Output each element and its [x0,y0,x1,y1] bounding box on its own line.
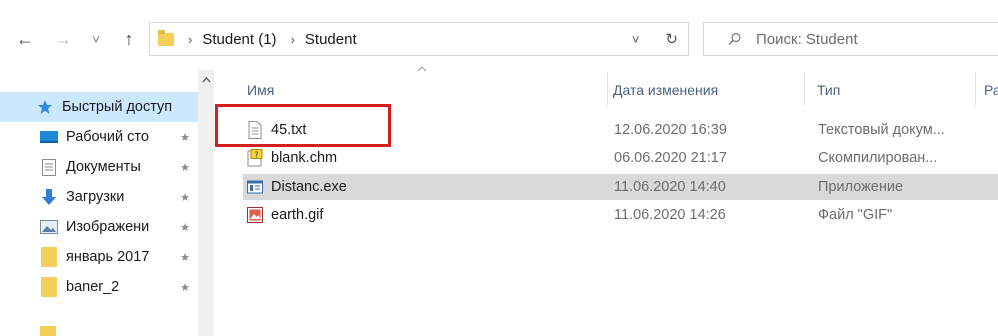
pin-icon: ★ [180,131,190,144]
column-header-date[interactable]: Дата изменения [613,76,718,104]
sidebar-item-baner-2[interactable]: baner_2 ★ [0,272,198,302]
sidebar-item-label: Документы [66,159,141,175]
column-header-name[interactable]: Имя [247,76,274,104]
file-name: earth.gif [271,207,324,223]
svg-text:?: ? [254,150,258,159]
pin-icon: ★ [180,191,190,204]
application-icon [247,180,263,194]
documents-icon [40,158,58,176]
pictures-icon [40,219,58,235]
image-file-icon [247,207,263,223]
download-icon [40,188,58,205]
file-date: 11.06.2020 14:40 [614,179,726,195]
column-header-size[interactable]: Ра [984,76,998,104]
table-row[interactable]: Distanc.exe 11.06.2020 14:40 Приложение [243,174,998,200]
forward-arrow-icon: → [54,28,72,49]
sort-ascending-icon [417,66,427,72]
file-date: 06.06.2020 21:17 [614,150,727,166]
file-type: Приложение [818,179,904,195]
chevron-down-icon: ˅ [631,31,640,47]
refresh-button[interactable]: ↻ [665,30,678,48]
sidebar-item-january-2017[interactable]: январь 2017 ★ [0,242,198,272]
file-type: Скомпилирован... [818,150,938,166]
search-placeholder: Поиск: Student [756,30,858,48]
refresh-icon: ↻ [665,31,678,48]
folder-icon [40,277,58,297]
folder-icon [158,29,174,46]
table-row[interactable]: earth.gif 11.06.2020 14:26 Файл "GIF" [243,202,998,228]
sidebar-item-label: Загрузки [66,189,125,205]
sidebar-item-label: baner_2 [66,279,120,295]
pin-icon: ★ [180,281,190,294]
column-header-type[interactable]: Тип [817,76,840,104]
help-file-icon: ? [247,149,263,167]
breadcrumb-student[interactable]: Student [305,31,357,48]
search-box[interactable]: Поиск: Student [703,22,998,56]
sidebar-scrollbar[interactable] [198,70,214,336]
chevron-down-icon: ˅ [92,31,100,47]
chevron-up-icon [202,77,210,83]
sidebar-item-quick-access[interactable]: Быстрый доступ [0,92,198,122]
sidebar-item-desktop[interactable]: Рабочий сто ★ [0,122,198,152]
sidebar-item-label: Изображени [66,219,150,235]
navigation-pane: Быстрый доступ Рабочий сто ★ Документы ★… [0,78,198,336]
back-arrow-icon: ← [16,28,34,49]
folder-icon [40,247,58,267]
sidebar-item-downloads[interactable]: Загрузки ★ [0,182,198,212]
file-date: 12.06.2020 16:39 [614,122,727,138]
address-bar[interactable]: › Student (1) › Student ˅ ↻ [149,22,689,56]
file-type: Файл "GIF" [818,207,893,223]
sidebar-item-pictures[interactable]: Изображени ★ [0,212,198,242]
column-divider[interactable] [804,72,805,106]
file-name: Distanc.exe [271,179,347,195]
search-icon [728,32,741,45]
breadcrumb-student-1[interactable]: Student (1) [202,31,276,48]
up-button[interactable]: ↑ [118,26,140,52]
sidebar-item-label: Рабочий сто [66,129,149,145]
sidebar-item-documents[interactable]: Документы ★ [0,152,198,182]
file-date: 11.06.2020 14:26 [614,207,726,223]
column-divider[interactable] [975,72,976,106]
forward-button[interactable]: → [52,26,74,52]
desktop-icon [40,129,58,145]
table-row[interactable]: ? blank.chm 06.06.2020 21:17 Скомпилиров… [243,145,998,171]
pin-icon: ★ [180,161,190,174]
sidebar-item-label: Быстрый доступ [62,99,173,115]
star-icon [36,99,54,115]
back-button[interactable]: ← [14,26,36,52]
sidebar-item-label: январь 2017 [66,249,150,265]
breadcrumb-separator: › [188,31,193,47]
pin-icon: ★ [180,221,190,234]
breadcrumb-separator: › [290,31,295,47]
file-name: blank.chm [271,150,338,166]
scroll-up-button[interactable] [198,72,214,88]
file-type: Текстовый докум... [818,122,945,138]
highlight-box [215,104,391,147]
address-dropdown-button[interactable]: ˅ [632,32,640,47]
pin-icon: ★ [180,251,190,264]
up-arrow-icon: ↑ [124,28,134,49]
folder-icon [40,326,56,336]
recent-locations-button[interactable]: ˅ [88,26,104,52]
column-divider[interactable] [607,72,608,106]
